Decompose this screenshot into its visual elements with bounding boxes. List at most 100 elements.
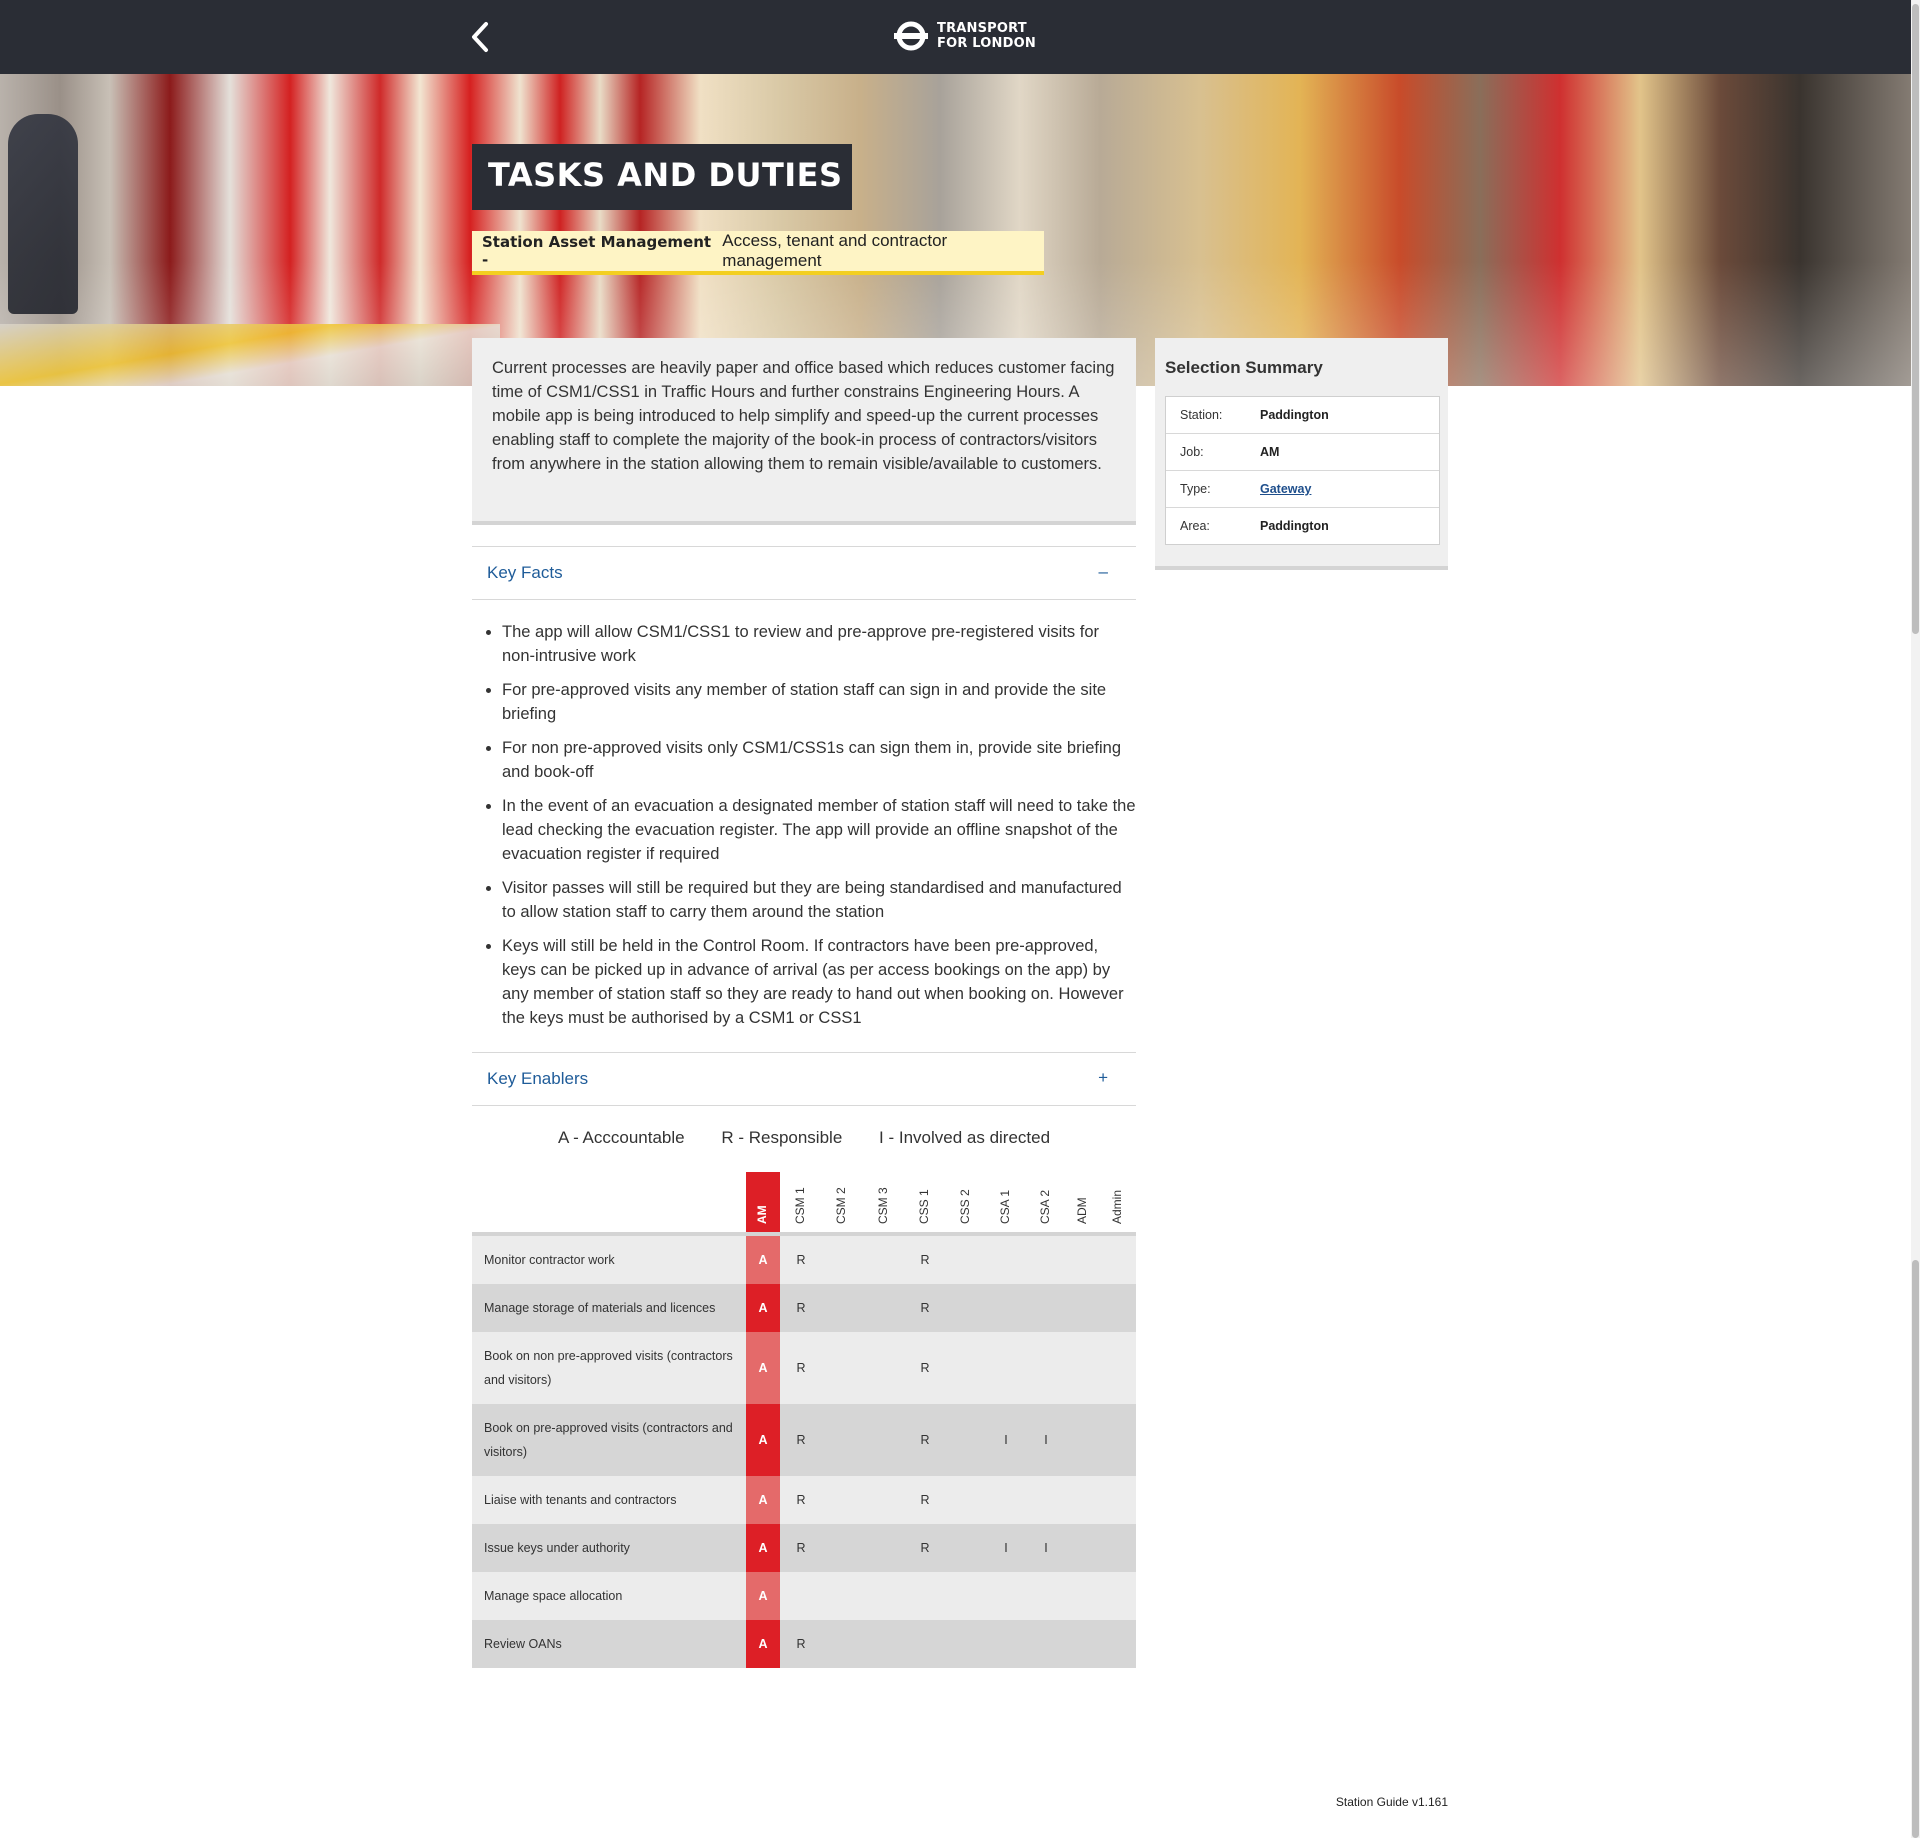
raci-cell: [949, 1404, 983, 1476]
raci-cell: [949, 1284, 983, 1332]
legend-responsible: R - Responsible: [721, 1128, 843, 1147]
scrollbar-thumb[interactable]: [1912, 4, 1919, 634]
key-enablers-label: Key Enablers: [487, 1069, 589, 1088]
raci-cell: [1101, 1236, 1135, 1284]
raci-cell: [825, 1476, 859, 1524]
raci-cell: [825, 1404, 859, 1476]
task-label: Liaise with tenants and contractors: [484, 1493, 677, 1507]
column-header-label: ADM: [1075, 1197, 1089, 1224]
raci-cell: [825, 1236, 859, 1284]
raci-cell: [908, 1572, 942, 1620]
scrollbar-thumb-lower[interactable]: [1912, 1260, 1919, 1838]
key-enablers-header[interactable]: Key Enablers +: [472, 1052, 1136, 1106]
raci-cell: [867, 1620, 901, 1668]
table-row: Review OANs A R: [472, 1620, 1136, 1668]
raci-cell: R: [796, 1637, 806, 1651]
raci-cell: [949, 1620, 983, 1668]
summary-row-station: Station: Paddington: [1166, 397, 1439, 434]
type-link[interactable]: Gateway: [1260, 482, 1311, 496]
raci-cell: A: [746, 1332, 780, 1404]
raci-cell: [1029, 1572, 1063, 1620]
task-label: Manage storage of materials and licences: [484, 1301, 716, 1315]
intro-text: Current processes are heavily paper and …: [472, 338, 1136, 525]
collapse-icon[interactable]: –: [1099, 562, 1108, 582]
scrollbar[interactable]: [1911, 0, 1920, 1838]
commuter-figure: [8, 114, 78, 314]
raci-cell: A: [746, 1620, 780, 1668]
column-header: CSM 3: [867, 1172, 901, 1232]
raci-cell: R: [796, 1301, 806, 1315]
legend-accountable: A - Acccountable: [557, 1128, 685, 1147]
raci-cell: [1101, 1404, 1135, 1476]
task-label: Book on pre-approved visits (contractors…: [484, 1421, 733, 1459]
summary-value: Paddington: [1260, 519, 1329, 533]
raci-cell: [1101, 1332, 1135, 1404]
column-header-label: CSS 2: [958, 1189, 972, 1224]
raci-cell: I: [1004, 1433, 1008, 1447]
list-item: In the event of an evacuation a designat…: [502, 794, 1136, 866]
summary-key: Station:: [1180, 408, 1223, 422]
column-header-label: CSM 1: [793, 1187, 807, 1224]
raci-cell: [867, 1476, 901, 1524]
raci-cell: [1029, 1284, 1063, 1332]
raci-cell: I: [1044, 1433, 1048, 1447]
list-item: For non pre-approved visits only CSM1/CS…: [502, 736, 1136, 784]
raci-cell: [1029, 1620, 1063, 1668]
raci-cell: R: [796, 1493, 806, 1507]
column-header: CSM 1: [784, 1172, 818, 1232]
raci-cell: [825, 1572, 859, 1620]
column-header-label: CSS 1: [917, 1189, 931, 1224]
key-facts-header[interactable]: Key Facts –: [472, 546, 1136, 600]
platform-edge: [0, 324, 500, 386]
raci-cell: A: [746, 1476, 780, 1524]
raci-cell: [989, 1620, 1023, 1668]
back-button[interactable]: [466, 20, 494, 54]
raci-cell: [949, 1572, 983, 1620]
raci-cell: [784, 1572, 818, 1620]
key-facts-list: The app will allow CSM1/CSS1 to review a…: [472, 620, 1136, 1040]
raci-cell: [1066, 1572, 1100, 1620]
task-label: Issue keys under authority: [484, 1541, 630, 1555]
column-header-label: CSM 2: [834, 1187, 848, 1224]
table-row: Issue keys under authority A R R I I: [472, 1524, 1136, 1572]
list-item: Visitor passes will still be required bu…: [502, 876, 1136, 924]
task-label: Book on non pre-approved visits (contrac…: [484, 1349, 733, 1387]
raci-cell: I: [1004, 1541, 1008, 1555]
raci-cell: I: [1044, 1541, 1048, 1555]
raci-cell: [989, 1476, 1023, 1524]
raci-cell: [1066, 1404, 1100, 1476]
table-row: Book on pre-approved visits (contractors…: [472, 1404, 1136, 1476]
raci-cell: R: [920, 1361, 930, 1375]
list-item: For pre-approved visits any member of st…: [502, 678, 1136, 726]
raci-cell: R: [796, 1433, 806, 1447]
list-item: Keys will still be held in the Control R…: [502, 934, 1136, 1030]
legend-involved: I - Involved as directed: [879, 1128, 1051, 1147]
raci-cell: [1101, 1620, 1135, 1668]
table-row: Manage space allocation A: [472, 1572, 1136, 1620]
summary-table: Station: Paddington Job: AM Type: Gatewa…: [1165, 396, 1440, 545]
raci-cell: [1066, 1524, 1100, 1572]
task-label: Manage space allocation: [484, 1589, 623, 1603]
raci-legend: A - Acccountable R - Responsible I - Inv…: [472, 1128, 1136, 1148]
raci-cell: [1029, 1332, 1063, 1404]
column-header-label: CSM 3: [876, 1187, 890, 1224]
raci-cell: [1066, 1284, 1100, 1332]
title-box: TASKS AND DUTIES: [472, 144, 852, 210]
raci-cell: [825, 1284, 859, 1332]
summary-value: Paddington: [1260, 408, 1329, 422]
table-row: Monitor contractor work A R R: [472, 1236, 1136, 1284]
summary-row-job: Job: AM: [1166, 434, 1439, 471]
chevron-left-icon: [472, 22, 488, 52]
raci-cell: R: [796, 1253, 806, 1267]
raci-cell: [1029, 1476, 1063, 1524]
raci-cell: [825, 1524, 859, 1572]
raci-cell: [867, 1572, 901, 1620]
summary-row-area: Area: Paddington: [1166, 508, 1439, 544]
raci-cell: A: [746, 1236, 780, 1284]
subtitle-banner: Station Asset Management - Access, tenan…: [472, 231, 1044, 275]
raci-cell: [989, 1572, 1023, 1620]
tfl-logo[interactable]: TRANSPORT FOR LONDON: [893, 18, 1036, 54]
summary-row-type: Type: Gateway: [1166, 471, 1439, 508]
expand-icon[interactable]: +: [1098, 1068, 1108, 1088]
raci-cell: [989, 1236, 1023, 1284]
